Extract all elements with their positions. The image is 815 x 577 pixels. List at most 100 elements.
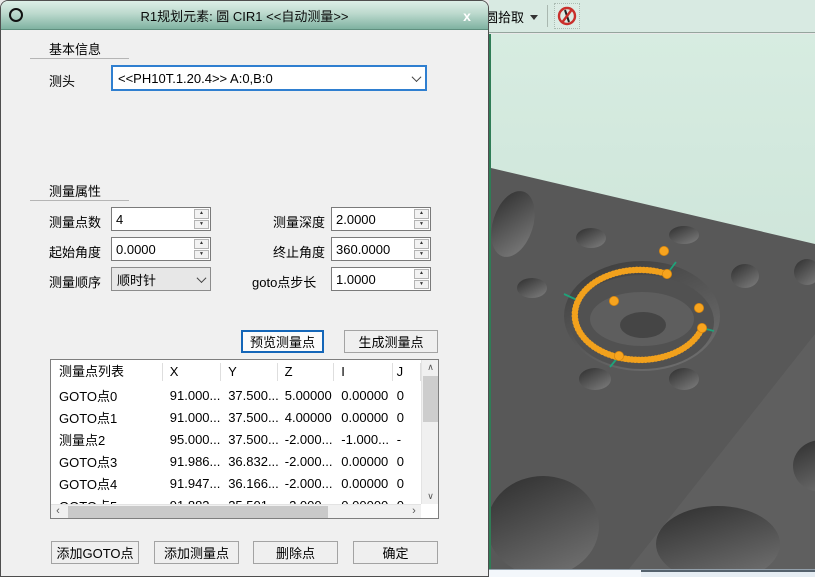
hole bbox=[669, 226, 699, 244]
circle-pick-label: 圆拾取 bbox=[485, 7, 524, 26]
end-angle-input[interactable] bbox=[332, 238, 413, 260]
hole bbox=[517, 278, 547, 298]
right-pane: 圆拾取 bbox=[489, 0, 815, 577]
start-angle-stepper: ▲▼ bbox=[111, 237, 211, 261]
probe-select[interactable]: <<PH10T.1.20.4>> A:0,B:0 bbox=[111, 65, 427, 91]
table-cell: 测量点2 bbox=[51, 430, 163, 449]
goto-step-label: goto点步长 bbox=[252, 272, 316, 291]
spin-up-icon[interactable]: ▲ bbox=[194, 239, 209, 249]
probe-label: 测头 bbox=[49, 71, 75, 90]
table-row[interactable]: 测量点295.000...37.500...-2.000...-1.000...… bbox=[51, 428, 421, 450]
circle-pick-button[interactable]: 圆拾取 bbox=[485, 7, 538, 26]
table-row[interactable]: GOTO点191.000...37.500...4.000000.000000 bbox=[51, 406, 421, 428]
spin-down-icon[interactable]: ▼ bbox=[194, 250, 209, 260]
chevron-down-icon[interactable] bbox=[407, 75, 425, 82]
hole bbox=[669, 368, 699, 390]
start-angle-input[interactable] bbox=[112, 238, 193, 260]
spin-up-icon[interactable]: ▲ bbox=[414, 209, 429, 219]
spin-down-icon[interactable]: ▼ bbox=[414, 280, 429, 290]
table-cell: 0 bbox=[393, 476, 421, 491]
vertical-scrollbar[interactable]: ∧ ∨ bbox=[421, 360, 438, 504]
chevron-down-icon[interactable] bbox=[192, 276, 210, 283]
point-table-header: 测量点列表XYZIJ bbox=[51, 360, 421, 384]
hole bbox=[731, 264, 759, 288]
delete-point-button[interactable]: 删除点 bbox=[253, 541, 338, 564]
scroll-up-icon[interactable]: ∧ bbox=[422, 360, 439, 375]
point-table: 测量点列表XYZIJ GOTO点091.000...37.500... 5.000… bbox=[50, 359, 439, 519]
column-header[interactable]: X bbox=[163, 363, 221, 381]
table-cell: GOTO点1 bbox=[51, 408, 163, 427]
goto-step-input[interactable] bbox=[332, 268, 413, 290]
table-cell: 91.986... bbox=[163, 454, 221, 469]
column-header[interactable]: 测量点列表 bbox=[51, 363, 163, 381]
3d-viewport[interactable] bbox=[489, 34, 815, 569]
table-cell: 0 bbox=[393, 388, 421, 403]
depth-input[interactable] bbox=[332, 208, 413, 230]
column-header[interactable]: J bbox=[393, 363, 421, 381]
scroll-right-icon[interactable]: › bbox=[407, 505, 421, 519]
table-cell: 36.832... bbox=[221, 454, 278, 469]
table-cell: 37.500... bbox=[221, 432, 278, 447]
add-measure-button[interactable]: 添加测量点 bbox=[154, 541, 239, 564]
pick-toolbar: 圆拾取 bbox=[489, 0, 815, 33]
section-basic-info: 基本信息 bbox=[49, 39, 101, 58]
end-angle-label: 终止角度 bbox=[273, 242, 325, 261]
preview-points-button[interactable]: 预览测量点 bbox=[241, 330, 324, 353]
table-row[interactable]: GOTO点491.947...36.166...-2.000...0.00000… bbox=[51, 472, 421, 494]
spin-up-icon[interactable]: ▲ bbox=[414, 269, 429, 279]
depth-stepper: ▲▼ bbox=[331, 207, 431, 231]
column-header[interactable]: Y bbox=[221, 363, 278, 381]
order-select[interactable]: 顺时针 bbox=[111, 267, 211, 291]
circle-element-icon bbox=[9, 8, 23, 22]
probe-value: <<PH10T.1.20.4>> A:0,B:0 bbox=[113, 71, 407, 86]
table-cell: 36.166... bbox=[221, 476, 278, 491]
point-table-body: GOTO点091.000...37.500...5.000000.000000G… bbox=[51, 384, 421, 504]
order-value: 顺时针 bbox=[112, 270, 192, 289]
stop-pick-button[interactable] bbox=[554, 3, 580, 29]
end-angle-stepper: ▲▼ bbox=[331, 237, 431, 261]
vertical-scroll-thumb[interactable] bbox=[423, 376, 438, 422]
table-row[interactable]: GOTO点091.000...37.500...5.000000.000000 bbox=[51, 384, 421, 406]
dialog-titlebar[interactable]: R1规划元素: 圆 CIR1 <<自动测量>> x bbox=[1, 1, 488, 30]
table-cell: 4.00000 bbox=[278, 410, 335, 425]
spin-down-icon[interactable]: ▼ bbox=[414, 250, 429, 260]
points-input[interactable] bbox=[112, 208, 193, 230]
table-cell: 5.00000 bbox=[278, 388, 335, 403]
table-cell: 91.000... bbox=[163, 410, 221, 425]
table-cell: -2.000... bbox=[278, 476, 335, 491]
column-header[interactable]: I bbox=[334, 363, 392, 381]
table-cell: 0 bbox=[393, 410, 421, 425]
table-cell: 0.00000 bbox=[334, 476, 392, 491]
hole bbox=[579, 368, 611, 390]
table-cell: 0.00000 bbox=[334, 410, 392, 425]
table-cell: 0.00000 bbox=[334, 388, 392, 403]
table-cell: 0 bbox=[393, 454, 421, 469]
horizontal-scrollbar[interactable]: ‹ › bbox=[51, 504, 421, 518]
close-icon[interactable]: x bbox=[457, 6, 477, 26]
spin-down-icon[interactable]: ▼ bbox=[414, 220, 429, 230]
table-cell: - bbox=[393, 432, 421, 447]
point-table-scroll-area: 测量点列表XYZIJ GOTO点091.000...37.500... 5.000… bbox=[51, 360, 421, 504]
order-label: 测量顺序 bbox=[49, 272, 101, 291]
table-cell: 0.00000 bbox=[334, 454, 392, 469]
table-cell: GOTO点0 bbox=[51, 386, 163, 405]
table-row[interactable]: GOTO点391.986...36.832...-2.000...0.00000… bbox=[51, 450, 421, 472]
horizontal-scroll-thumb[interactable] bbox=[68, 506, 328, 518]
status-bar bbox=[489, 569, 815, 577]
table-cell: GOTO点5 bbox=[51, 496, 163, 505]
spin-down-icon[interactable]: ▼ bbox=[194, 220, 209, 230]
toolbar-separator bbox=[547, 5, 548, 27]
spin-up-icon[interactable]: ▲ bbox=[194, 209, 209, 219]
points-label: 测量点数 bbox=[49, 212, 101, 231]
add-goto-button[interactable]: 添加GOTO点 bbox=[51, 541, 139, 564]
status-bar-segment bbox=[641, 570, 815, 577]
spin-up-icon[interactable]: ▲ bbox=[414, 239, 429, 249]
scroll-down-icon[interactable]: ∨ bbox=[422, 489, 439, 504]
table-cell: -2.000... bbox=[278, 454, 335, 469]
column-header[interactable]: Z bbox=[278, 363, 335, 381]
ok-button[interactable]: 确定 bbox=[353, 541, 438, 564]
scroll-left-icon[interactable]: ‹ bbox=[51, 505, 65, 519]
generate-points-button[interactable]: 生成测量点 bbox=[344, 330, 438, 353]
table-row[interactable]: GOTO点591.883...35.501...-2.000...0.00000… bbox=[51, 494, 421, 504]
hole bbox=[576, 228, 606, 248]
